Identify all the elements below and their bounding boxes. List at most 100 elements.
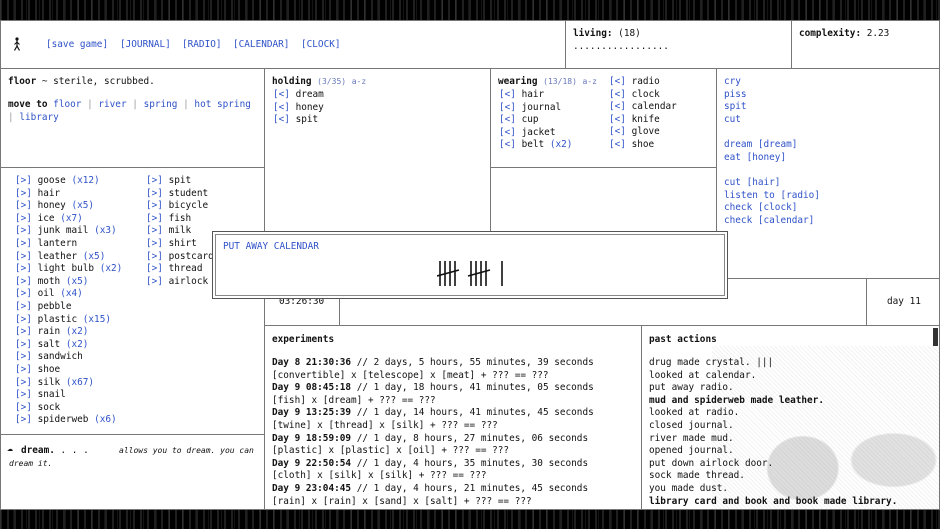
action-cut[interactable]: cut: [724, 114, 747, 127]
experiment-recipe[interactable]: [plastic] x [plastic] x [oil] + ??? == ?…: [272, 445, 594, 458]
experiment-recipe[interactable]: [fish] x [dream] + ??? == ???: [272, 395, 594, 408]
calendar-button[interactable]: [CALENDAR]: [233, 39, 289, 52]
journal-button[interactable]: [JOURNAL]: [120, 39, 171, 52]
pick-up-button[interactable]: [>]: [15, 200, 32, 211]
pick-up-button[interactable]: [>]: [15, 364, 32, 375]
experiment-recipe[interactable]: [convertible] x [telescope] x [meat] + ?…: [272, 370, 594, 383]
remove-button[interactable]: [<]: [499, 139, 516, 150]
pick-up-button[interactable]: [>]: [15, 339, 32, 350]
item-name: sock: [37, 401, 61, 413]
list-item: [>] sock: [15, 402, 122, 415]
destination-hot-spring[interactable]: hot spring: [194, 99, 250, 110]
remove-button[interactable]: [<]: [499, 89, 516, 100]
item-name: goose: [37, 175, 66, 186]
pick-up-button[interactable]: [>]: [146, 200, 163, 211]
pick-up-button[interactable]: [>]: [15, 414, 32, 425]
pick-up-button[interactable]: [>]: [15, 288, 32, 299]
list-item: [>] shirt: [146, 238, 219, 251]
action-listen-radio[interactable]: listen to [radio]: [724, 190, 820, 203]
pick-up-button[interactable]: [>]: [15, 326, 32, 337]
action-check-calendar[interactable]: check [calendar]: [724, 215, 820, 228]
item-name: moth: [37, 275, 61, 287]
item-name: postcard: [168, 250, 214, 262]
experiment-recipe[interactable]: [rain] x [rain] x [sand] x [salt] + ??? …: [272, 496, 594, 509]
drop-button[interactable]: [<]: [273, 114, 290, 125]
pick-up-button[interactable]: [>]: [15, 225, 32, 236]
radio-button[interactable]: [RADIO]: [182, 39, 222, 52]
item-quantity: (x3): [94, 225, 117, 237]
pick-up-button[interactable]: [>]: [15, 377, 32, 388]
pick-up-button[interactable]: [>]: [15, 276, 32, 287]
item-quantity: (x15): [82, 313, 111, 325]
list-item: [>] honey (x5): [15, 200, 122, 213]
pick-up-button[interactable]: [>]: [15, 263, 32, 274]
save-game-button[interactable]: [save game]: [46, 39, 108, 52]
destination-spring[interactable]: spring: [144, 99, 178, 110]
pick-up-button[interactable]: [>]: [15, 351, 32, 362]
pick-up-button[interactable]: [>]: [15, 188, 32, 199]
pick-up-button[interactable]: [>]: [15, 238, 32, 249]
wearing-title: wearing: [498, 76, 538, 87]
log-scrollbar[interactable]: [933, 328, 938, 346]
item-quantity: (x5): [82, 250, 106, 262]
pick-up-button[interactable]: [>]: [146, 238, 163, 249]
top-static-band: [0, 0, 940, 20]
pick-up-button[interactable]: [>]: [15, 301, 32, 312]
pick-up-button[interactable]: [>]: [146, 225, 163, 236]
pick-up-button[interactable]: [>]: [15, 175, 32, 186]
pick-up-button[interactable]: [>]: [146, 175, 163, 186]
worn-actions: cut [hair] listen to [radio] check [cloc…: [724, 177, 820, 227]
clock-button[interactable]: [CLOCK]: [301, 39, 341, 52]
list-item: [>] shoe: [15, 364, 122, 377]
remove-button[interactable]: [<]: [609, 139, 626, 150]
pick-up-button[interactable]: [>]: [15, 251, 32, 262]
experiment-header: Day 9 23:04:45 // 1 day, 4 hours, 21 min…: [272, 483, 594, 496]
destination-floor[interactable]: floor: [53, 99, 81, 110]
list-item: [>] oil (x4): [15, 288, 122, 301]
pick-up-button[interactable]: [>]: [15, 402, 32, 413]
action-check-clock[interactable]: check [clock]: [724, 202, 820, 215]
remove-button[interactable]: [<]: [609, 76, 626, 87]
item-name: pebble: [37, 300, 72, 312]
ground-list-right: [>] spit [>] student [>] bicycle [>] fis…: [146, 175, 219, 288]
pick-up-button[interactable]: [>]: [15, 389, 32, 400]
pick-up-button[interactable]: [>]: [146, 251, 163, 262]
experiment-recipe[interactable]: [cloth] x [silk] x [silk] + ??? == ???: [272, 470, 594, 483]
remove-button[interactable]: [<]: [499, 127, 516, 138]
action-piss[interactable]: piss: [724, 89, 747, 102]
experiment-recipe[interactable]: [twine] x [thread] x [silk] + ??? == ???: [272, 420, 594, 433]
remove-button[interactable]: [<]: [609, 126, 626, 137]
remove-button[interactable]: [<]: [499, 114, 516, 125]
put-away-calendar-button[interactable]: PUT AWAY CALENDAR: [223, 241, 319, 254]
item-name: knife: [631, 113, 660, 125]
remove-button[interactable]: [<]: [609, 114, 626, 125]
list-item: [<] spit: [273, 114, 324, 127]
top-menu-bar: [save game] [JOURNAL] [RADIO] [CALENDAR]…: [0, 20, 566, 69]
remove-button[interactable]: [<]: [609, 89, 626, 100]
pick-up-button[interactable]: [>]: [15, 213, 32, 224]
destination-river[interactable]: river: [98, 99, 126, 110]
drop-button[interactable]: [<]: [273, 102, 290, 113]
pick-up-button[interactable]: [>]: [146, 213, 163, 224]
action-cut-hair[interactable]: cut [hair]: [724, 177, 820, 190]
action-dream[interactable]: dream [dream]: [724, 139, 797, 152]
pick-up-button[interactable]: [>]: [15, 314, 32, 325]
item-name: fish: [168, 212, 192, 224]
wearing-sort-button[interactable]: a-z: [583, 77, 597, 86]
item-quantity: (x4): [60, 288, 83, 300]
remove-button[interactable]: [<]: [609, 101, 626, 112]
experiment-stamp: Day 9 18:59:09: [272, 432, 352, 444]
destination-library[interactable]: library: [19, 112, 59, 123]
pick-up-button[interactable]: [>]: [146, 263, 163, 274]
item-quantity: (x67): [65, 376, 95, 388]
remove-button[interactable]: [<]: [499, 102, 516, 113]
list-item: [<] knife: [609, 114, 677, 127]
list-item: [>] sandwich: [15, 351, 122, 364]
holding-sort-button[interactable]: a-z: [352, 77, 366, 86]
pick-up-button[interactable]: [>]: [146, 188, 163, 199]
drop-button[interactable]: [<]: [273, 89, 290, 100]
action-spit[interactable]: spit: [724, 101, 747, 114]
pick-up-button[interactable]: [>]: [146, 276, 163, 287]
action-cry[interactable]: cry: [724, 76, 747, 89]
action-eat-honey[interactable]: eat [honey]: [724, 152, 797, 165]
